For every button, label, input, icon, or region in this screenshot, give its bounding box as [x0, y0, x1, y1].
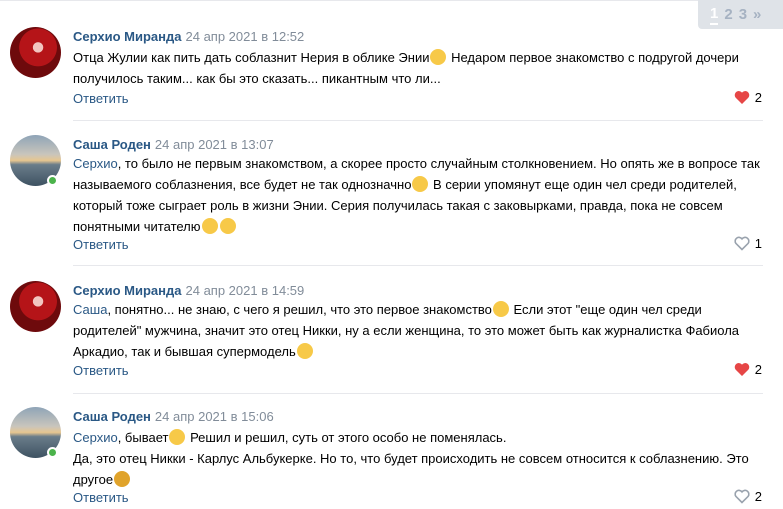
smirk-emoji [430, 49, 447, 65]
author-name[interactable]: Саша Роден [73, 409, 151, 424]
page-link-2[interactable]: 2 [724, 6, 732, 23]
comment-date[interactable]: 24 апр 2021 в 12:52 [186, 29, 305, 44]
like-button[interactable]: 2 [734, 362, 762, 377]
comment-text: Серхио, бывает Решил и решил, суть от эт… [73, 429, 749, 487]
author-name[interactable]: Серхио Миранда [73, 29, 182, 44]
smile-emoji [296, 343, 313, 359]
reply-button[interactable]: Ответить [73, 237, 129, 252]
page-link-3[interactable]: 3 [739, 6, 747, 23]
like-count: 2 [754, 90, 762, 105]
comment-header: Серхио Миранда 24 апр 2021 в 12:52 [73, 29, 304, 44]
reply-button[interactable]: Ответить [73, 91, 129, 106]
heart-outline-icon [734, 489, 750, 504]
relieved-emoji [412, 176, 429, 192]
heart-icon [734, 91, 750, 104]
cowboy-emoji [114, 471, 131, 487]
reply-button[interactable]: Ответить [73, 490, 129, 505]
upside-down-emoji [201, 218, 218, 234]
pagination: 1 2 3 » [698, 0, 783, 29]
heart-outline-icon [734, 236, 750, 251]
reply-to-link[interactable]: Серхио [73, 156, 118, 171]
comment-header: Саша Роден 24 апр 2021 в 13:07 [73, 137, 274, 152]
comment-text: Саша, понятно... не знаю, с чего я решил… [73, 301, 740, 359]
comment-date[interactable]: 24 апр 2021 в 13:07 [155, 137, 274, 152]
avatar[interactable] [10, 281, 61, 332]
reply-to-link[interactable]: Серхио [73, 430, 118, 445]
like-button[interactable]: 1 [734, 236, 762, 251]
comment-header: Саша Роден 24 апр 2021 в 15:06 [73, 409, 274, 424]
reply-button[interactable]: Ответить [73, 363, 129, 378]
comment-divider [73, 393, 763, 394]
comment-text: Отца Жулии как пить дать соблазнит Нерия… [73, 49, 739, 86]
comment-divider [73, 265, 763, 266]
online-indicator [47, 175, 58, 186]
grimace-emoji [219, 218, 236, 234]
online-indicator [47, 447, 58, 458]
author-name[interactable]: Саша Роден [73, 137, 151, 152]
author-name[interactable]: Серхио Миранда [73, 283, 182, 298]
comment-date[interactable]: 24 апр 2021 в 15:06 [155, 409, 274, 424]
like-count: 2 [754, 489, 762, 504]
top-divider [0, 0, 783, 13]
heart-icon [734, 363, 750, 376]
wink-emoji [169, 429, 186, 445]
reply-to-link[interactable]: Саша [73, 302, 107, 317]
avatar[interactable] [10, 27, 61, 78]
comment-divider [73, 120, 763, 121]
like-button[interactable]: 2 [734, 90, 762, 105]
page-link-1[interactable]: 1 [710, 5, 719, 25]
comment-date[interactable]: 24 апр 2021 в 14:59 [186, 283, 305, 298]
page-next-link[interactable]: » [753, 6, 761, 23]
like-button[interactable]: 2 [734, 489, 762, 504]
like-count: 1 [754, 236, 762, 251]
comment-header: Серхио Миранда 24 апр 2021 в 14:59 [73, 283, 304, 298]
relieved-emoji [492, 301, 509, 317]
like-count: 2 [754, 362, 762, 377]
comment-text: Серхио, то было не первым знакомством, а… [73, 156, 760, 234]
